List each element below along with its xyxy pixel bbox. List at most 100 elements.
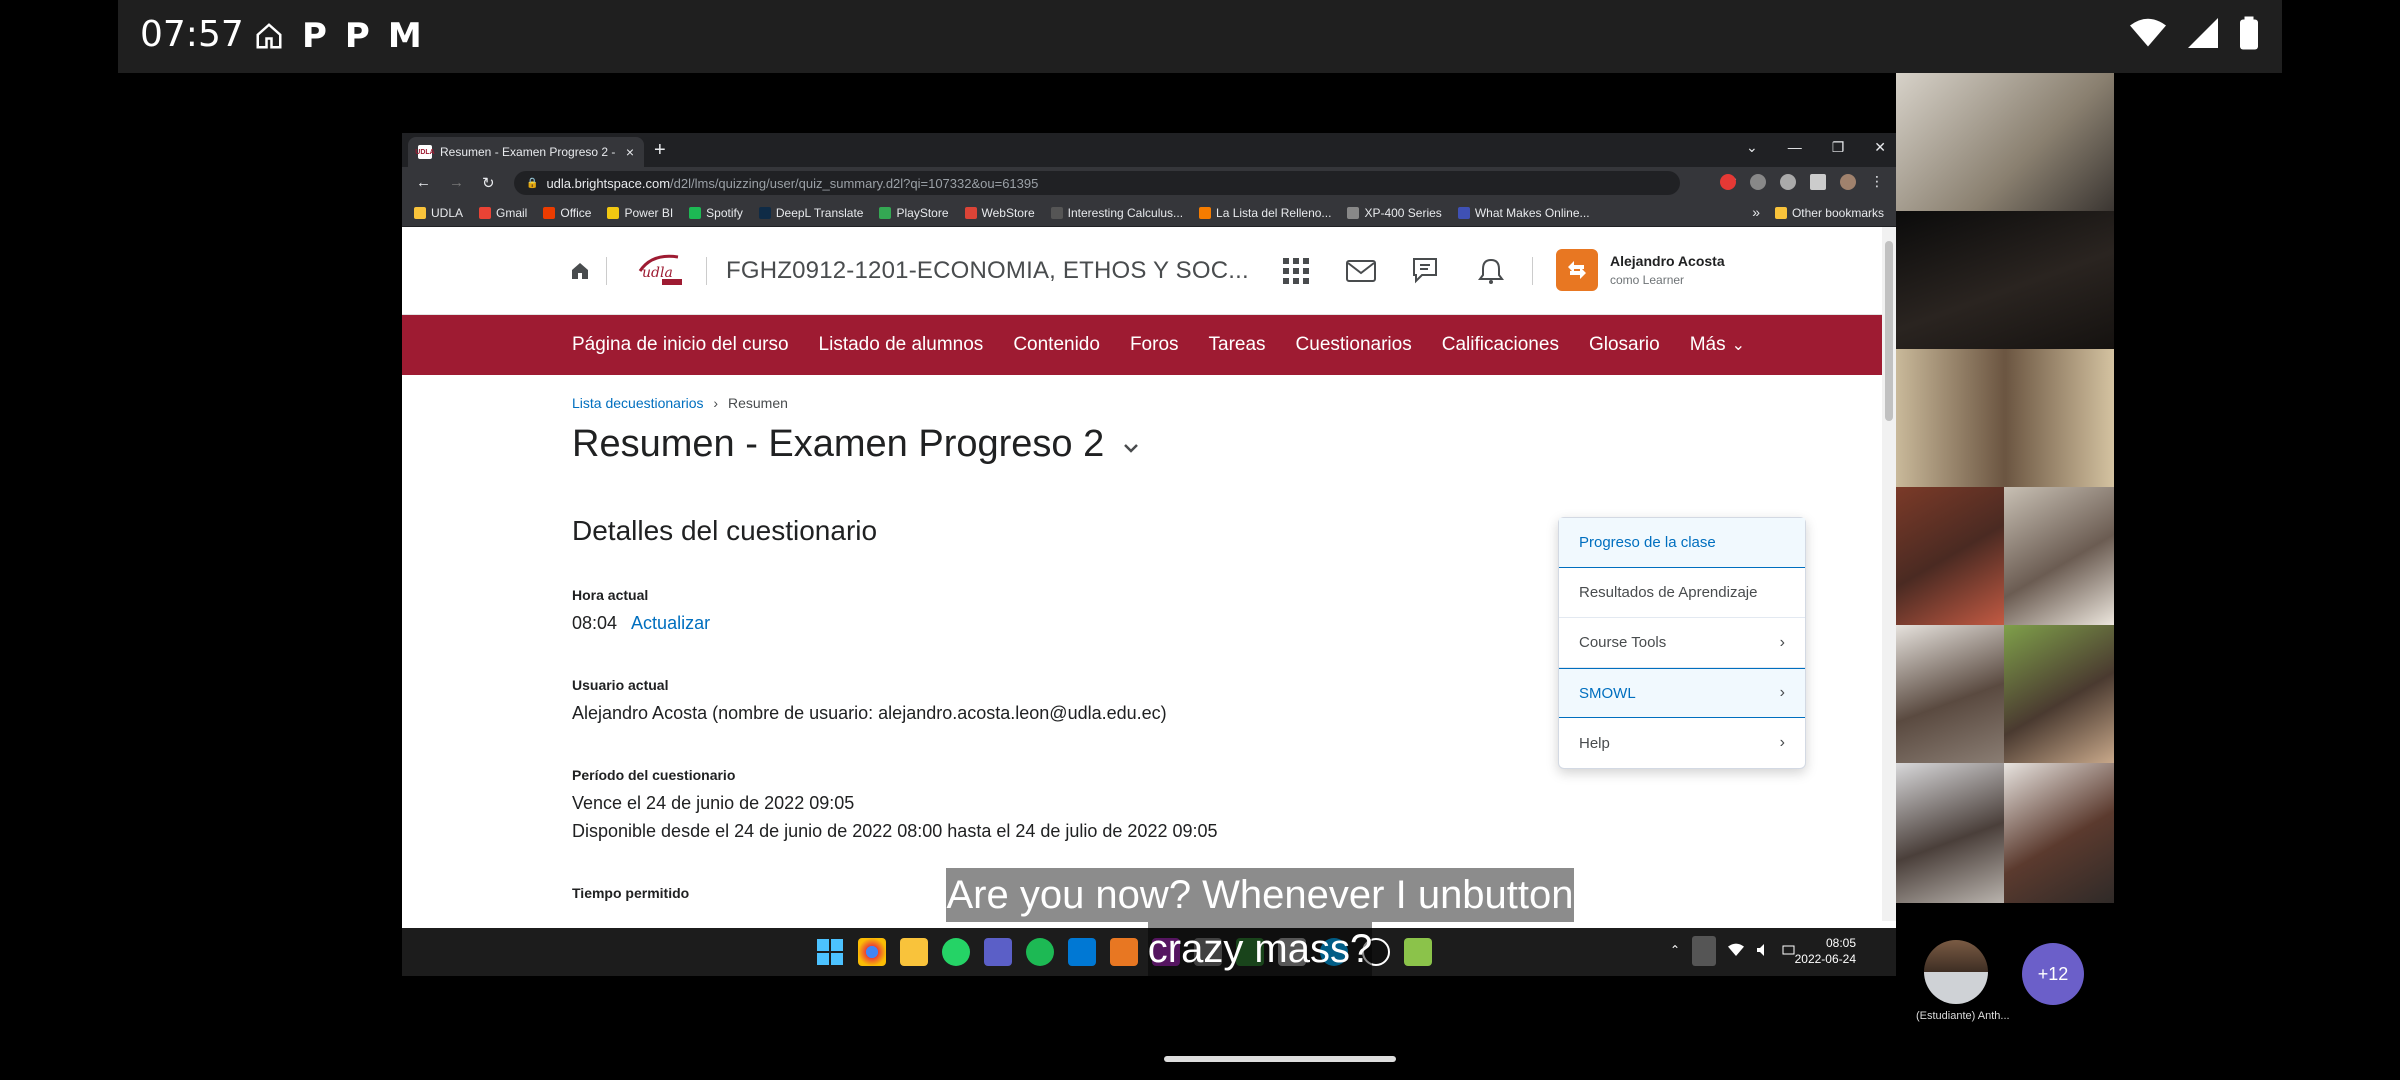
participant-video[interactable] <box>2004 487 2114 625</box>
bookmark-label: Spotify <box>706 205 743 220</box>
tray-chevron-icon[interactable]: ⌃ <box>1670 943 1680 966</box>
course-selector-grid-icon[interactable] <box>1282 257 1310 285</box>
dropdown-item[interactable]: Help › <box>1559 718 1805 768</box>
bookmark-favicon-icon <box>479 206 492 219</box>
url-input[interactable]: 🔒 udla.brightspace.com/d2l/lms/quizzing/… <box>514 171 1680 195</box>
menu-icon[interactable]: ⋮ <box>1870 173 1884 190</box>
participant-video[interactable] <box>1896 625 2004 763</box>
windows-start-icon[interactable] <box>816 938 844 966</box>
notification-p-icon-2: P <box>344 16 370 56</box>
profile-avatar[interactable] <box>1840 173 1856 190</box>
actualizar-link[interactable]: Actualizar <box>631 613 710 633</box>
bookmark-item[interactable]: Spotify <box>689 206 743 220</box>
self-view[interactable]: (Estudiante) Anth... <box>1916 940 2010 1022</box>
close-window-icon[interactable]: ✕ <box>1874 139 1886 156</box>
taskbar-clock[interactable]: 08:05 2022-06-24 <box>1795 935 1856 967</box>
home-icon <box>256 23 282 49</box>
chat-icon[interactable] <box>1412 257 1442 285</box>
puzzle-icon[interactable] <box>1780 173 1796 190</box>
chevron-down-icon: ⌄ <box>1731 337 1746 354</box>
breadcrumb-link[interactable]: Lista decuestionarios <box>572 395 704 411</box>
participant-video[interactable] <box>1896 211 2114 349</box>
bell-icon[interactable] <box>1478 257 1504 285</box>
dropdown-item[interactable]: Progreso de la clase <box>1559 518 1805 568</box>
nav-item[interactable]: Página de inicio del curso <box>572 334 789 356</box>
bookmark-item[interactable]: Interesting Calculus... <box>1050 206 1183 220</box>
nav-item[interactable]: Calificaciones <box>1442 334 1559 356</box>
home-icon[interactable] <box>570 261 590 281</box>
nav-item[interactable]: Glosario <box>1589 334 1660 356</box>
user-menu[interactable]: Alejandro Acosta como Learner <box>1556 249 1725 291</box>
microphone-icon[interactable] <box>1692 936 1716 966</box>
chrome-icon[interactable] <box>858 938 886 966</box>
file-explorer-icon[interactable] <box>900 938 928 966</box>
role-switch-icon <box>1556 249 1598 291</box>
caption-line-1: Are you now? Whenever I unbutton <box>946 868 1574 922</box>
course-title[interactable]: FGHZ0912-1201-ECONOMIA, ETHOS Y SOC... <box>726 257 1249 285</box>
bookmark-item[interactable]: XP-400 Series <box>1347 205 1442 220</box>
browser-tab[interactable]: UDLA Resumen - Examen Progreso 2 - × <box>408 137 644 167</box>
nav-item[interactable]: Listado de alumnos <box>819 334 984 356</box>
bookmark-favicon-icon <box>758 206 771 219</box>
bookmark-label: WebStore <box>981 205 1035 220</box>
bookmark-favicon-icon <box>689 206 702 219</box>
extension-icon[interactable] <box>1720 173 1736 190</box>
clock-date: 2022-06-24 <box>1794 952 1856 966</box>
reload-icon[interactable]: ↻ <box>482 174 495 192</box>
bookmark-item[interactable]: Gmail <box>479 206 527 220</box>
bookmark-label: XP-400 Series <box>1364 205 1442 220</box>
bookmark-item[interactable]: Office <box>543 206 591 220</box>
udla-logo[interactable]: udla <box>632 249 686 289</box>
bookmark-item[interactable]: Power BI <box>607 206 673 220</box>
home-indicator[interactable] <box>1164 1056 1396 1062</box>
participant-video[interactable] <box>2004 625 2114 763</box>
udla-favicon-icon: UDLA <box>415 145 435 159</box>
nav-item[interactable]: Foros <box>1130 334 1179 356</box>
participant-video[interactable] <box>2004 763 2114 903</box>
lock-icon: 🔒 <box>526 177 539 189</box>
nav-item[interactable]: Más ⌄ <box>1690 334 1745 356</box>
chevron-right-icon: › <box>1779 684 1785 701</box>
participant-video[interactable] <box>1896 763 2004 903</box>
header-icons <box>1282 257 1504 285</box>
dropdown-item[interactable]: SMOWL › <box>1559 668 1805 718</box>
bookmark-item[interactable]: DeepL Translate <box>758 206 863 220</box>
participant-video[interactable] <box>1896 487 2004 625</box>
back-icon[interactable]: ← <box>416 174 431 192</box>
bookmark-favicon-icon <box>1347 206 1360 219</box>
bookmark-item[interactable]: WebStore <box>964 205 1035 220</box>
sidepanel-icon[interactable] <box>1810 173 1826 190</box>
system-tray: ⌃ <box>1670 936 1796 966</box>
message-icon[interactable] <box>1346 259 1376 283</box>
bookmark-item[interactable]: What Makes Online... <box>1457 206 1590 220</box>
scroll-thumb[interactable] <box>1885 241 1893 421</box>
chevron-down-icon[interactable] <box>1122 439 1140 457</box>
dropdown-item[interactable]: Resultados de Aprendizaje <box>1559 568 1805 618</box>
page-scrollbar[interactable] <box>1882 227 1896 921</box>
dropdown-item[interactable]: Course Tools › <box>1559 618 1805 668</box>
nav-item[interactable]: Tareas <box>1209 334 1266 356</box>
nav-item[interactable]: Cuestionarios <box>1296 334 1412 356</box>
signal-icon <box>2188 18 2218 48</box>
battery-icon <box>2240 16 2258 50</box>
user-name: Alejandro Acosta <box>1610 253 1725 269</box>
hora-value: 08:04 Actualizar <box>572 613 710 634</box>
participant-video[interactable] <box>1896 349 2114 487</box>
new-tab-button[interactable]: + <box>654 139 666 162</box>
extension-icon[interactable] <box>1750 173 1766 190</box>
more-participants-badge[interactable]: +12 <box>2022 943 2084 1005</box>
bookmark-item[interactable]: UDLA <box>414 206 463 220</box>
participant-video[interactable] <box>1896 73 2114 211</box>
tab-search-icon[interactable]: ⌄ <box>1746 139 1758 156</box>
bookmark-label: Office <box>560 205 592 220</box>
forward-icon[interactable]: → <box>449 174 464 192</box>
nav-item[interactable]: Contenido <box>1013 334 1100 356</box>
other-bookmarks[interactable]: Other bookmarks <box>1774 206 1884 220</box>
tab-close-icon[interactable]: × <box>626 144 634 160</box>
bookmark-item[interactable]: La Lista del Relleno... <box>1199 206 1331 220</box>
restore-icon[interactable]: ❐ <box>1832 139 1845 156</box>
android-status-bar: 07:57 P P M <box>118 0 2282 73</box>
bookmarks-overflow-icon[interactable]: » <box>1752 204 1760 220</box>
bookmark-item[interactable]: PlayStore <box>879 206 949 220</box>
minimize-icon[interactable]: — <box>1788 139 1802 156</box>
